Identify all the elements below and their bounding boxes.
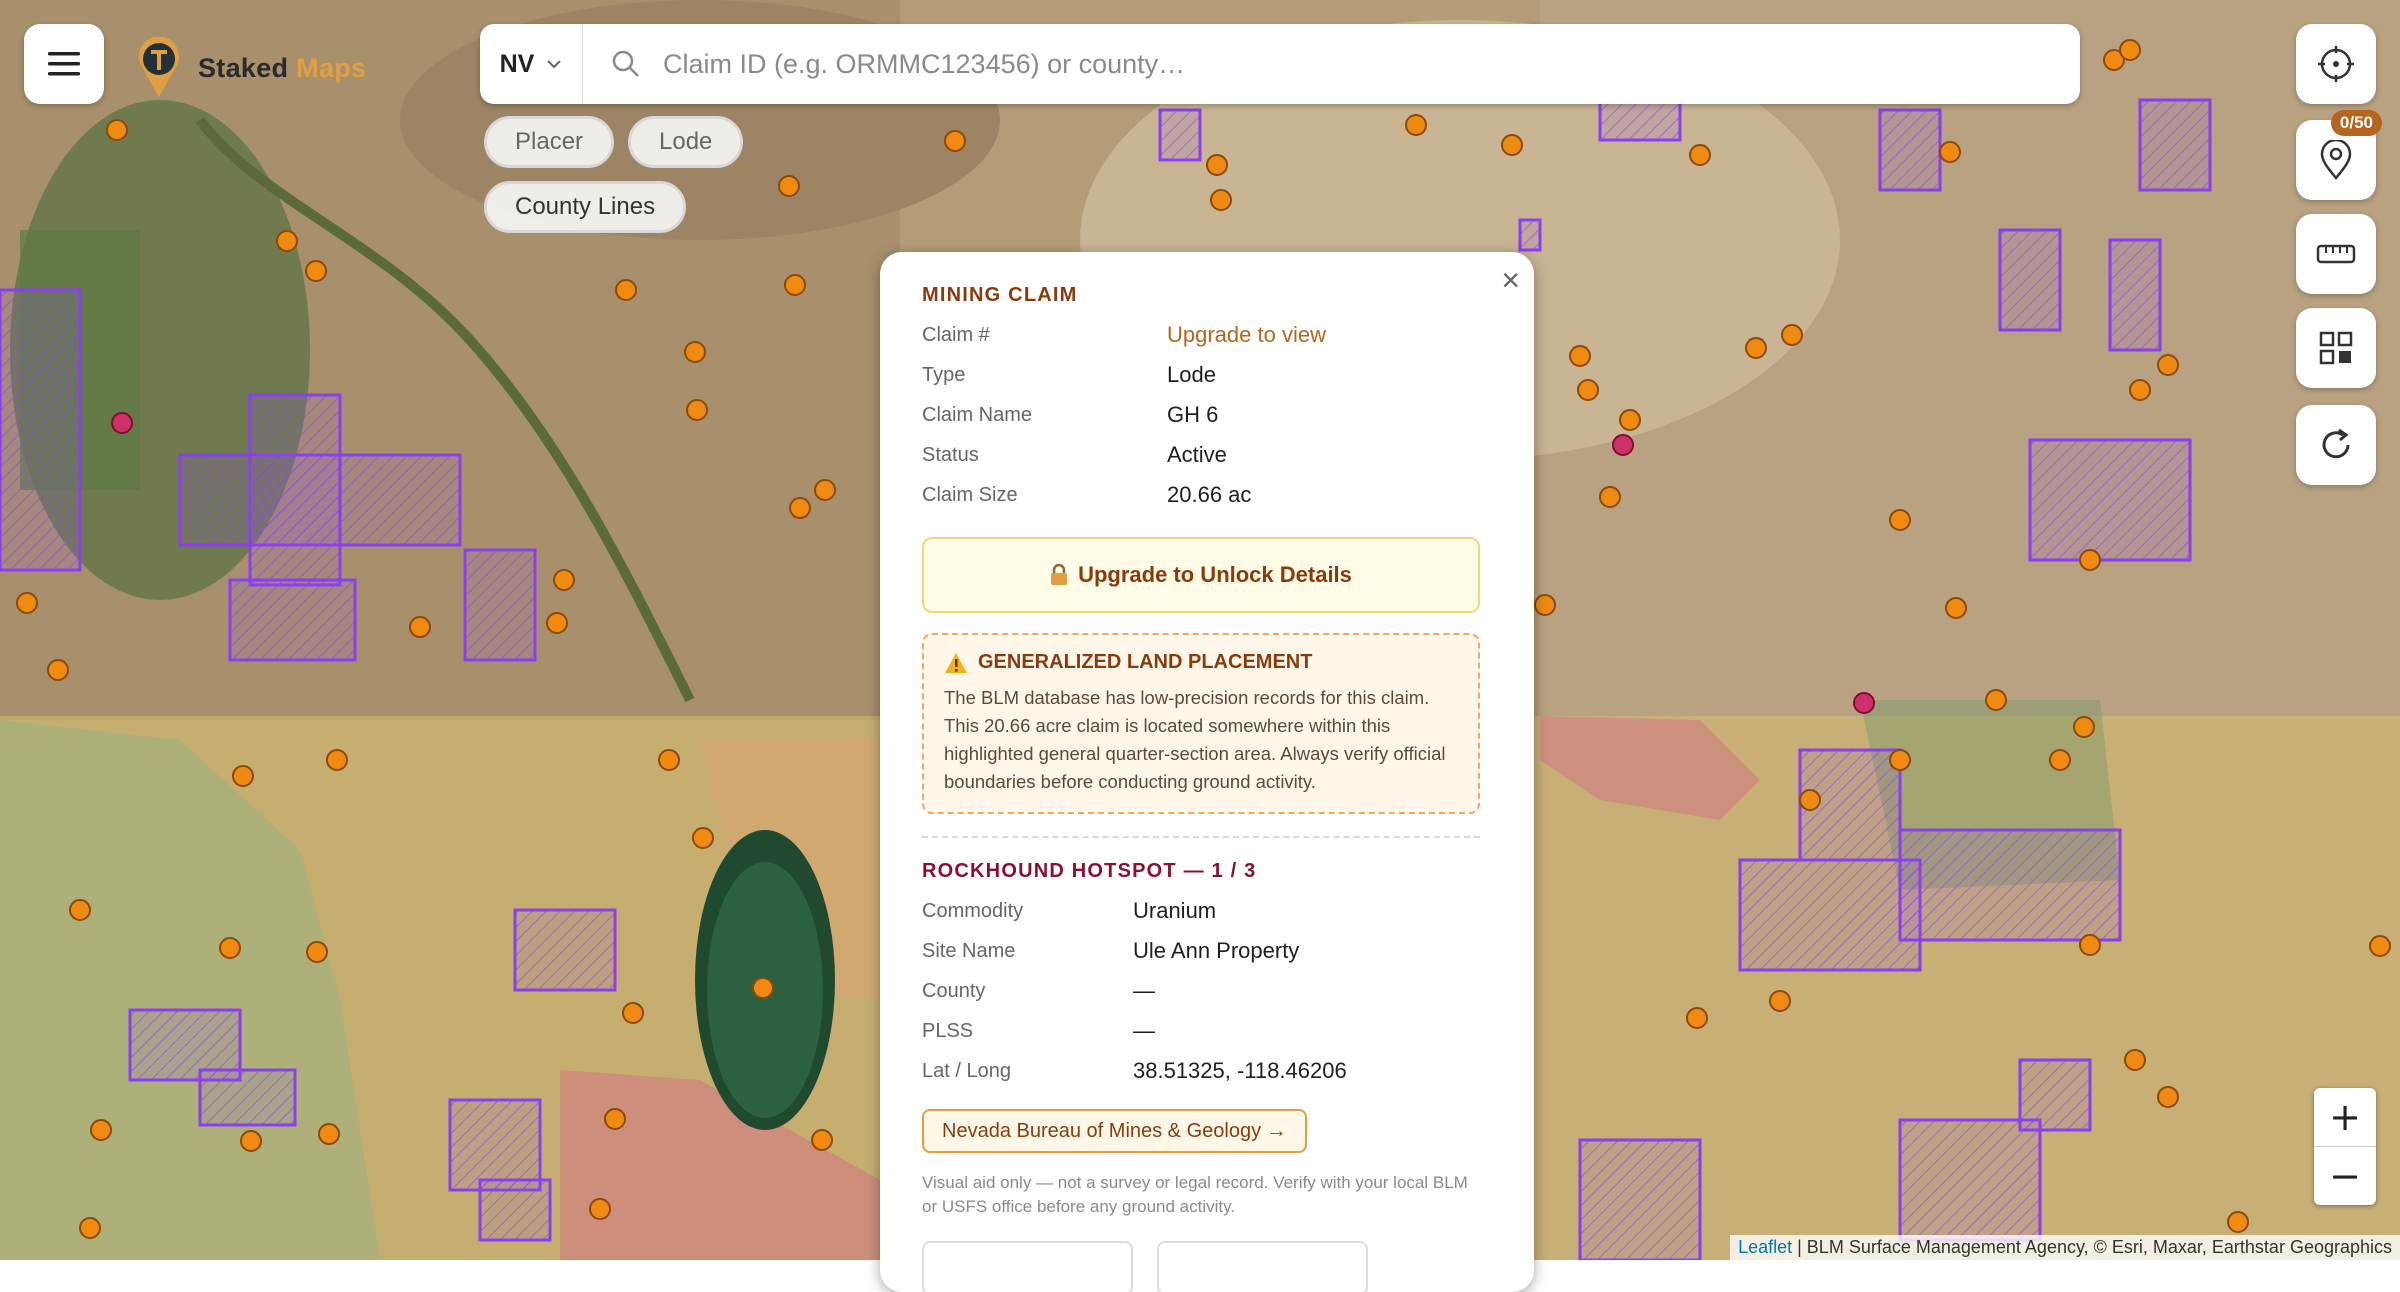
claim-row-label: Claim Size [922,483,1018,506]
close-icon[interactable]: × [1501,262,1520,299]
claim-row-label: Claim Name [922,403,1033,426]
search-icon [612,50,639,77]
map-pin-icon [2320,140,2352,180]
claim-row-value: Active [1167,442,1227,467]
hotspot-title: ROCKHOUND HOTSPOT — 1 / 3 [922,860,1257,882]
claim-row: Status Active [922,435,1480,475]
state-select[interactable]: NV [480,24,583,104]
nbmg-link-button[interactable]: Nevada Bureau of Mines & Geology → [922,1109,1307,1153]
hotspot-row: Site Name Ule Ann Property [922,931,1480,971]
zoom-in-button[interactable]: + [2314,1088,2376,1146]
disclaimer-text: Visual aid only — not a survey or legal … [922,1173,1468,1216]
mining-claim-title: MINING CLAIM [922,284,1078,306]
warning-icon [945,652,967,673]
brand-logo[interactable]: Staked Maps [134,36,366,100]
hotspot-row: Commodity Uranium [922,891,1480,931]
hotspot-row: County — [922,971,1480,1011]
map-attribution: Leaflet | BLM Surface Management Agency,… [1730,1235,2400,1260]
measure-button[interactable] [2296,214,2376,294]
county-lines-chip[interactable]: County Lines [484,181,687,233]
lock-icon [1051,564,1068,585]
hotspot-row-value: — [1133,978,1155,1003]
ruler-icon [2316,244,2356,264]
hotspot-row-value: Ule Ann Property [1133,938,1300,963]
state-value: NV [499,49,535,78]
upgrade-unlock-label: Upgrade to Unlock Details [1078,562,1352,587]
section-divider [922,836,1480,838]
claim-row-label: Status [922,443,979,466]
claim-popup: × MINING CLAIM Claim # Upgrade to view T… [880,252,1534,1292]
claim-row-label: Claim # [922,323,990,346]
hotspot-row: Lat / Long 38.51325, -118.46206 [922,1051,1480,1091]
claim-row: Claim Name GH 6 [922,395,1480,435]
upgrade-unlock-button[interactable]: Upgrade to Unlock Details [922,537,1480,613]
claim-row-label: Type [922,363,966,386]
claim-row: Claim # Upgrade to view [922,315,1480,355]
hotspot-row-label: Site Name [922,939,1016,962]
refresh-button[interactable] [2296,405,2376,485]
refresh-icon [2322,428,2350,459]
search-input[interactable] [661,47,2080,81]
hotspot-row-label: Lat / Long [922,1059,1011,1082]
hotspot-row-value: 38.51325, -118.46206 [1133,1058,1347,1083]
popup-action-button[interactable] [1157,1241,1368,1292]
hotspot-row-value: — [1133,1018,1155,1043]
popup-action-button[interactable] [922,1241,1133,1292]
generalized-title: GENERALIZED LAND PLACEMENT [944,651,1458,674]
hamburger-icon [48,52,80,76]
mining-claim-section: MINING CLAIM Claim # Upgrade to view Typ… [922,284,1480,515]
zoom-control: + − [2314,1088,2376,1205]
locate-button[interactable] [2296,24,2376,104]
popup-action-row [922,1241,1480,1292]
leaflet-link[interactable]: Leaflet [1738,1237,1792,1257]
grid-icon [2319,331,2353,365]
upgrade-to-view-link[interactable]: Upgrade to view [1167,322,1326,348]
attribution-text: | BLM Surface Management Agency, © Esri,… [1792,1237,2392,1257]
hotspot-row: PLSS — [922,1011,1480,1051]
hotspot-row-label: PLSS [922,1019,974,1042]
generalized-title-text: GENERALIZED LAND PLACEMENT [978,651,1313,673]
menu-button[interactable] [24,24,104,104]
stake-logo-icon [139,37,179,97]
pin-count-badge: 0/50 [2330,110,2382,136]
rockhound-hotspot-section: ROCKHOUND HOTSPOT — 1 / 3 Commodity Uran… [922,860,1480,1091]
search-bar: NV [480,24,2080,104]
zoom-out-button[interactable]: − [2314,1146,2376,1205]
filter-placer-chip[interactable]: Placer [484,116,615,168]
filter-lode-chip[interactable]: Lode [628,116,744,168]
crosshair-icon [2318,46,2354,82]
layers-grid-button[interactable] [2296,308,2376,388]
claim-row: Claim Size 20.66 ac [922,475,1480,515]
generalized-placement-notice: GENERALIZED LAND PLACEMENT The BLM datab… [922,633,1480,814]
claim-row-value: 20.66 ac [1167,482,1252,507]
hotspot-row-value: Uranium [1133,898,1217,923]
brand-name: Staked Maps [198,52,367,83]
hotspot-row-label: Commodity [922,899,1024,922]
saved-pins-button[interactable]: 0/50 [2296,110,2382,200]
claim-row: Type Lode [922,355,1480,395]
hotspot-row-label: County [922,979,986,1002]
chevron-down-icon [547,60,562,69]
claim-row-value: Lode [1167,362,1216,387]
claim-row-value: GH 6 [1167,402,1219,427]
generalized-body: The BLM database has low-precision recor… [944,687,1446,792]
